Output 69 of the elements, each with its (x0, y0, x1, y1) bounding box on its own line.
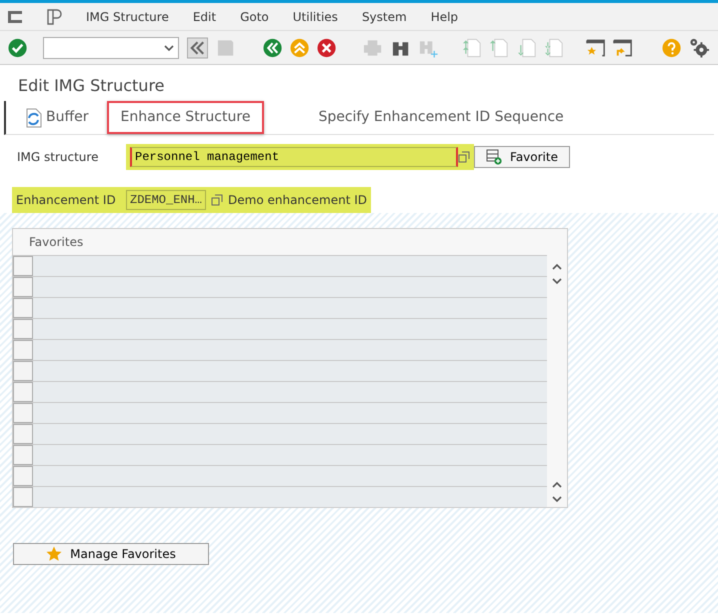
table-row[interactable] (13, 465, 547, 486)
layout-icon[interactable] (46, 8, 62, 24)
row-selector[interactable] (13, 277, 33, 297)
row-selector[interactable] (13, 403, 33, 423)
double-left-icon[interactable] (187, 36, 208, 58)
command-field[interactable] (43, 36, 180, 58)
last-page-icon[interactable] (544, 36, 563, 58)
row-selector[interactable] (13, 256, 33, 276)
row-selector[interactable] (13, 361, 33, 381)
caret-icon (164, 44, 174, 50)
toolbar-button[interactable]: Enhance Structure (106, 101, 264, 134)
row-selector[interactable] (13, 382, 33, 402)
row-selector[interactable] (13, 319, 33, 339)
scroll-up-icon[interactable] (552, 481, 562, 488)
row-selector[interactable] (13, 424, 33, 444)
table-title: Favorites (28, 234, 84, 251)
table-row[interactable] (13, 297, 547, 318)
value-help-icon[interactable] (458, 151, 470, 163)
field-label: IMG structure (16, 149, 100, 166)
table-row[interactable] (13, 423, 547, 444)
field-label: Enhancement ID (16, 192, 117, 209)
window-arrow-icon[interactable] (613, 38, 633, 58)
menu-item[interactable]: Utilities (292, 8, 338, 26)
table-row[interactable] (13, 318, 547, 339)
up-icon[interactable] (290, 38, 309, 58)
row-selector[interactable] (13, 487, 33, 507)
menu-item[interactable]: Goto (240, 8, 269, 26)
window-star-icon[interactable] (586, 38, 606, 58)
toolbar-button[interactable]: Buffer (10, 101, 102, 134)
input-field[interactable]: ZDEMO_ENH… (126, 190, 206, 210)
save-icon[interactable] (216, 38, 236, 58)
toolbar-button[interactable]: Specify Enhancement ID Sequence (304, 101, 578, 134)
table-row[interactable] (13, 381, 547, 402)
refresh-icon (24, 108, 42, 128)
scroll-down-icon[interactable] (552, 278, 562, 285)
check-icon[interactable] (8, 38, 28, 58)
scroll-up-icon[interactable] (552, 263, 562, 270)
table-row[interactable] (13, 360, 547, 381)
table-row[interactable] (13, 255, 547, 276)
gear-icon[interactable] (689, 36, 710, 58)
menu-item[interactable]: IMG Structure (86, 8, 169, 26)
cancel-icon[interactable] (316, 38, 336, 58)
row-selector[interactable] (13, 298, 33, 318)
table-row[interactable] (13, 486, 547, 507)
value-help-icon[interactable] (210, 192, 224, 208)
list-plus-icon (486, 149, 502, 165)
screen-title: Edit IMG Structure (17, 75, 166, 97)
next-page-icon[interactable] (516, 36, 536, 58)
row-selector[interactable] (13, 445, 33, 465)
table-row[interactable] (13, 339, 547, 360)
menu-item[interactable]: Edit (192, 8, 216, 26)
first-page-icon[interactable] (462, 36, 482, 58)
scroll-down-icon[interactable] (552, 496, 562, 503)
menu-icon[interactable] (8, 10, 22, 22)
table-row[interactable] (13, 276, 547, 297)
menu-item[interactable]: System (362, 8, 407, 26)
back-icon[interactable] (262, 38, 282, 58)
star-icon (46, 546, 62, 562)
table-row[interactable] (13, 402, 547, 423)
previous-page-icon[interactable] (489, 36, 508, 58)
favorite-button[interactable]: Favorite (474, 146, 570, 168)
menu-item[interactable]: Help (430, 8, 458, 26)
help-icon[interactable] (662, 38, 682, 58)
field-description: Demo enhancement ID (228, 192, 367, 209)
row-selector[interactable] (13, 340, 33, 360)
input-field[interactable]: Personnel management (126, 144, 474, 170)
row-selector[interactable] (13, 466, 33, 486)
table-row[interactable] (13, 444, 547, 465)
manage-favorites-button[interactable]: Manage Favorites (13, 543, 209, 565)
